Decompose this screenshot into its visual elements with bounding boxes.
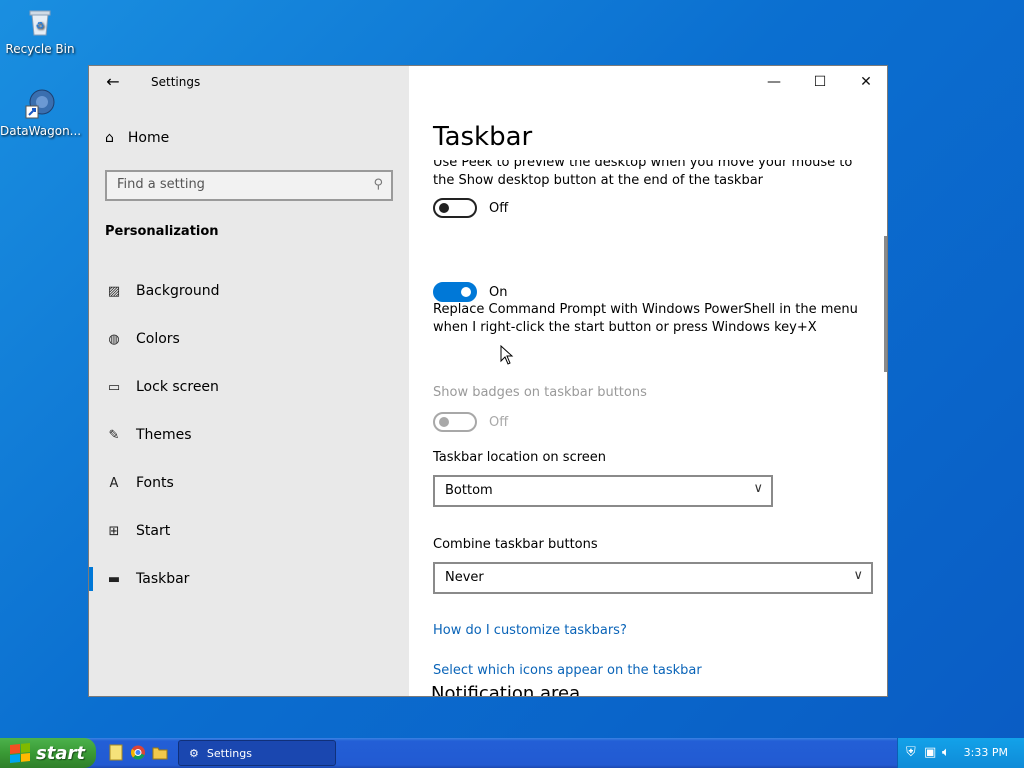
sidebar-item-label: Start xyxy=(136,523,171,539)
chevron-down-icon: ∨ xyxy=(753,481,763,496)
maximize-icon: ☐ xyxy=(813,74,827,90)
desktop-icon-label: Recycle Bin xyxy=(5,42,75,56)
quicklaunch-notepad-icon[interactable] xyxy=(108,744,124,761)
recycle-bin-icon: ♻ xyxy=(24,6,56,38)
badges-toggle-state: Off xyxy=(489,415,509,430)
customize-help-link[interactable]: How do I customize taskbars? xyxy=(433,623,627,638)
back-arrow-icon: ← xyxy=(106,72,120,91)
sidebar-item-lock-screen[interactable]: ▭ Lock screen xyxy=(105,375,219,399)
start-label: start xyxy=(36,742,85,764)
scrollbar-thumb[interactable] xyxy=(884,236,887,372)
picture-icon: ▨ xyxy=(107,283,121,299)
sidebar-item-label: Fonts xyxy=(136,475,174,491)
combine-label: Combine taskbar buttons xyxy=(433,537,598,552)
location-select[interactable]: Bottom ∨ xyxy=(433,475,773,507)
combine-value: Never xyxy=(445,570,484,585)
palette-icon: ◍ xyxy=(108,331,120,347)
powershell-toggle-state: On xyxy=(489,285,508,300)
search-placeholder: Find a setting xyxy=(117,177,205,192)
sidebar-item-label: Lock screen xyxy=(136,379,219,395)
start-icon: ⊞ xyxy=(108,523,120,539)
peek-toggle[interactable] xyxy=(433,198,477,218)
mouse-cursor-icon xyxy=(500,344,514,365)
desktop-icon-recycle-bin[interactable]: ♻ Recycle Bin xyxy=(0,6,80,56)
settings-scroll-area[interactable]: Use Peek to preview the desktop when you… xyxy=(409,160,879,697)
back-button[interactable]: ← xyxy=(103,72,123,92)
badges-toggle[interactable] xyxy=(433,412,477,432)
toggle-knob xyxy=(439,417,449,427)
settings-nav-pane: ← Settings ⌂ Home Find a setting ⚲ Perso… xyxy=(89,66,409,696)
powershell-toggle[interactable] xyxy=(433,282,477,302)
sidebar-item-label: Taskbar xyxy=(136,571,190,587)
nav-home[interactable]: ⌂ Home xyxy=(105,130,169,146)
maximize-button[interactable]: ☐ xyxy=(797,66,843,98)
desktop-icon-datawagon[interactable]: DataWagon... xyxy=(0,88,82,138)
toggle-knob xyxy=(439,203,449,213)
sidebar-item-taskbar[interactable]: ▬ Taskbar xyxy=(105,567,190,591)
location-label: Taskbar location on screen xyxy=(433,450,607,465)
volume-icon[interactable]: 🔈︎ xyxy=(942,745,950,760)
sidebar-item-background[interactable]: ▨ Background xyxy=(105,279,220,303)
windows-logo-icon xyxy=(10,742,30,764)
sidebar-item-themes[interactable]: ✎ Themes xyxy=(105,423,192,447)
chevron-down-icon: ∨ xyxy=(853,568,863,583)
active-indicator xyxy=(89,567,93,591)
location-value: Bottom xyxy=(445,483,493,498)
network-icon[interactable]: ▣ xyxy=(924,745,936,760)
toggle-knob xyxy=(461,287,471,297)
minimize-button[interactable]: — xyxy=(751,66,797,98)
setting-badges-text: Show badges on taskbar buttons xyxy=(433,385,647,400)
close-button[interactable]: ✕ xyxy=(843,66,887,98)
quicklaunch-chrome-icon[interactable] xyxy=(130,744,146,761)
settings-content-pane: — ☐ ✕ Taskbar Use Peek to preview the de… xyxy=(409,66,887,697)
datawagon-icon xyxy=(24,88,56,120)
close-icon: ✕ xyxy=(860,74,872,90)
taskbar-button-settings[interactable]: ⚙ Settings xyxy=(178,740,336,766)
page-title: Taskbar xyxy=(433,122,533,152)
setting-peek-text: Use Peek to preview the desktop when you… xyxy=(433,160,853,188)
search-icon: ⚲ xyxy=(373,177,383,192)
notification-area-title: Notification area xyxy=(431,683,581,697)
taskbar: start ⚙ Settings ⛨ ▣ 🔈︎ 3:33 PM xyxy=(0,738,1024,768)
peek-toggle-state: Off xyxy=(489,201,509,216)
home-icon: ⌂ xyxy=(105,130,114,146)
lock-screen-icon: ▭ xyxy=(107,379,121,395)
nav-section-title: Personalization xyxy=(105,224,219,239)
taskbar-icon: ▬ xyxy=(107,571,121,587)
quicklaunch-folder-icon[interactable] xyxy=(152,744,168,761)
nav-home-label: Home xyxy=(127,130,170,146)
security-shield-icon[interactable]: ⛨ xyxy=(906,745,916,760)
gear-icon: ⚙ xyxy=(189,746,199,760)
sidebar-item-start[interactable]: ⊞ Start xyxy=(105,519,171,543)
taskbar-button-label: Settings xyxy=(206,746,252,760)
themes-icon: ✎ xyxy=(108,427,120,443)
fonts-icon: A xyxy=(109,475,119,491)
notification-icons-link[interactable]: Select which icons appear on the taskbar xyxy=(433,663,702,678)
sidebar-item-label: Background xyxy=(136,283,220,299)
sidebar-item-label: Themes xyxy=(136,427,192,443)
sidebar-item-colors[interactable]: ◍ Colors xyxy=(105,327,180,351)
svg-text:♻: ♻ xyxy=(36,21,45,32)
setting-powershell-text: Replace Command Prompt with Windows Powe… xyxy=(433,302,858,335)
sidebar-item-label: Colors xyxy=(136,331,180,347)
sidebar-item-fonts[interactable]: A Fonts xyxy=(105,471,174,495)
minimize-icon: — xyxy=(767,74,781,90)
desktop-icon-label: DataWagon... xyxy=(0,124,82,138)
start-button[interactable]: start xyxy=(0,738,96,768)
window-title: Settings xyxy=(151,75,201,89)
system-tray: ⛨ ▣ 🔈︎ 3:33 PM xyxy=(897,738,1024,768)
clock[interactable]: 3:33 PM xyxy=(964,746,1008,759)
search-input[interactable]: Find a setting ⚲ xyxy=(105,170,393,201)
combine-select[interactable]: Never ∨ xyxy=(433,562,873,594)
settings-window: ← Settings ⌂ Home Find a setting ⚲ Perso… xyxy=(88,65,888,697)
